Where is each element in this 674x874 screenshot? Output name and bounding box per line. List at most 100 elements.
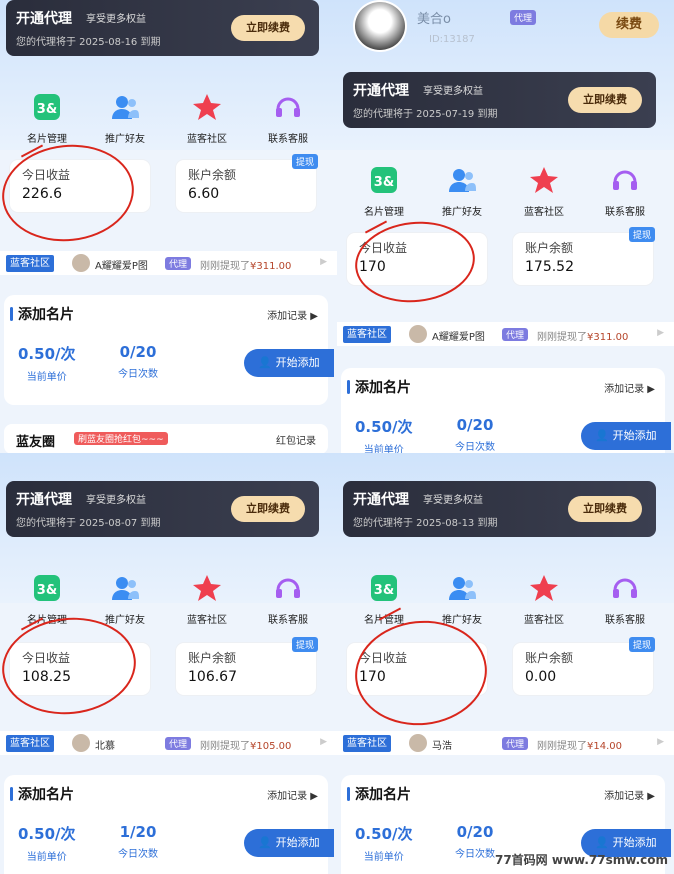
chevron-right-icon[interactable]: ▶ (320, 257, 327, 267)
svg-text:3&: 3& (37, 102, 57, 117)
unit-price-value: 0.50/次 (18, 345, 76, 363)
shortcut-label: 推广好友 (442, 207, 482, 218)
balance-label: 账户余额 (188, 651, 237, 665)
community-icon (172, 573, 242, 603)
triangle-right-icon: ▶ (307, 791, 318, 802)
add-record-label: 添加记录 (267, 791, 308, 802)
vip-banner: 开通代理 享受更多权益 您的代理将于 2025-07-19 到期 立即续费 (343, 72, 656, 128)
balance-card: 账户余额 0.00 提现 (513, 637, 655, 695)
renew-button[interactable]: 续费 (599, 12, 659, 38)
unit-price-value: 0.50/次 (355, 418, 413, 436)
shortcut-label: 推广好友 (105, 134, 145, 145)
svg-text:3&: 3& (37, 583, 57, 598)
chevron-right-icon[interactable]: ▶ (657, 328, 664, 338)
shortcut-label: 名片管理 (27, 134, 67, 145)
feed-message: 刚刚提现了¥105.00 (200, 737, 291, 752)
community-icon (509, 573, 579, 603)
shortcut-1[interactable]: 推广好友 (90, 573, 160, 626)
vip-expiry: 您的代理将于 2025-08-16 到期 (16, 37, 161, 48)
feed-agent-badge: 代理 (502, 737, 529, 750)
add-record-link[interactable]: 添加记录 ▶ (604, 787, 655, 802)
withdraw-button[interactable]: 提现 (291, 637, 318, 652)
vip-title: 开通代理 (353, 492, 409, 508)
balance-label: 账户余额 (525, 241, 574, 255)
red-packet-badge[interactable]: 刷蓝友圈抢红包~~~ (74, 432, 168, 445)
shortcut-label: 联系客服 (268, 615, 308, 626)
vip-subtitle: 享受更多权益 (423, 495, 483, 506)
shortcut-label: 名片管理 (364, 207, 404, 218)
svg-text:3&: 3& (374, 583, 394, 598)
user-add-icon: 👤 (595, 836, 613, 849)
renew-now-button[interactable]: 立即续费 (568, 87, 642, 113)
chevron-right-icon[interactable]: ▶ (657, 737, 664, 747)
shortcut-3[interactable]: 联系客服 (253, 573, 323, 626)
shortcut-1[interactable]: 推广好友 (90, 92, 160, 145)
vip-subtitle: 享受更多权益 (86, 495, 146, 506)
renew-now-button[interactable]: 立即续费 (568, 496, 642, 522)
chevron-right-icon[interactable]: ▶ (320, 737, 327, 747)
withdraw-button[interactable]: 提现 (628, 637, 655, 652)
feed-text: 刚刚提现了 (200, 261, 250, 272)
start-add-button[interactable]: 👤 开始添加 (244, 349, 334, 377)
section-title: 添加名片 (355, 787, 411, 803)
today-count: 0/20 今日次数 (455, 823, 495, 860)
add-record-link[interactable]: 添加记录 ▶ (604, 380, 655, 395)
vip-expiry: 您的代理将于 2025-08-07 到期 (16, 518, 161, 529)
feed-tag: 蓝客社区 (6, 255, 54, 272)
feed-user: A耀耀爱P图 (432, 332, 485, 343)
start-add-button[interactable]: 👤 开始添加 (581, 422, 671, 450)
feed-amount: ¥311.00 (250, 261, 292, 272)
section-title: 添加名片 (18, 307, 74, 323)
shortcut-3[interactable]: 联系客服 (253, 92, 323, 145)
section-title: 添加名片 (355, 380, 411, 396)
bottom-title: 蓝友圈 (16, 435, 56, 450)
shortcut-label: 蓝客社区 (524, 615, 564, 626)
user-add-icon: 👤 (258, 836, 276, 849)
feed-amount: ¥105.00 (250, 741, 292, 752)
shortcut-3[interactable]: 联系客服 (590, 573, 660, 626)
shortcut-2[interactable]: 蓝客社区 (172, 573, 242, 626)
add-card-section: 添加名片 添加记录 ▶ 0.50/次 当前单价 1/20 今日次数 👤 开始添加 (4, 775, 334, 874)
unit-price-label: 当前单价 (363, 445, 404, 453)
add-record-link[interactable]: 添加记录 ▶ (267, 787, 318, 802)
today-count: 0/20 今日次数 (455, 416, 495, 453)
watermark: 77首码网 www.77smw.com (494, 853, 668, 867)
withdraw-button[interactable]: 提现 (628, 227, 655, 242)
shortcut-0[interactable]: 3& 名片管理 (12, 92, 82, 145)
today-count-label: 今日次数 (118, 849, 158, 860)
withdraw-button[interactable]: 提现 (291, 154, 318, 169)
feed-amount: ¥311.00 (587, 332, 629, 343)
shortcut-2[interactable]: 蓝客社区 (172, 92, 242, 145)
user-add-icon: 👤 (258, 356, 276, 369)
today-count-label: 今日次数 (118, 369, 158, 380)
renew-now-button[interactable]: 立即续费 (231, 496, 305, 522)
add-record-link[interactable]: 添加记录 ▶ (267, 307, 318, 322)
today-count-value: 1/20 (119, 823, 157, 841)
shortcut-2[interactable]: 蓝客社区 (509, 165, 579, 218)
start-add-button[interactable]: 👤 开始添加 (244, 829, 334, 857)
vip-subtitle: 享受更多权益 (423, 86, 483, 97)
shortcut-grid: 3& 名片管理 推广好友 蓝客社区 联系客服 (0, 92, 337, 152)
feed-avatar (409, 325, 427, 343)
section-title: 添加名片 (18, 787, 74, 803)
renew-now-button[interactable]: 立即续费 (231, 15, 305, 41)
shortcut-0[interactable]: 3& 名片管理 (349, 165, 419, 218)
shortcut-3[interactable]: 联系客服 (590, 165, 660, 218)
add-record-label: 添加记录 (604, 384, 645, 395)
red-packet-record-link[interactable]: 红包记录 (276, 432, 316, 447)
customer-service-icon (590, 573, 660, 603)
community-icon (509, 165, 579, 195)
shortcut-2[interactable]: 蓝客社区 (509, 573, 579, 626)
shortcut-1[interactable]: 推广好友 (427, 165, 497, 218)
unit-price-value: 0.50/次 (355, 825, 413, 843)
avatar[interactable] (353, 0, 407, 52)
balance-label: 账户余额 (525, 651, 574, 665)
feed-agent-badge: 代理 (502, 328, 529, 341)
unit-price-value: 0.50/次 (18, 825, 76, 843)
feed-text: 刚刚提现了 (200, 741, 250, 752)
shortcut-1[interactable]: 推广好友 (427, 573, 497, 626)
shortcut-label: 蓝客社区 (524, 207, 564, 218)
today-count-value: 0/20 (119, 343, 157, 361)
section-accent-bar (10, 787, 13, 801)
shortcut-grid: 3& 名片管理 推广好友 蓝客社区 联系客服 (337, 573, 674, 633)
